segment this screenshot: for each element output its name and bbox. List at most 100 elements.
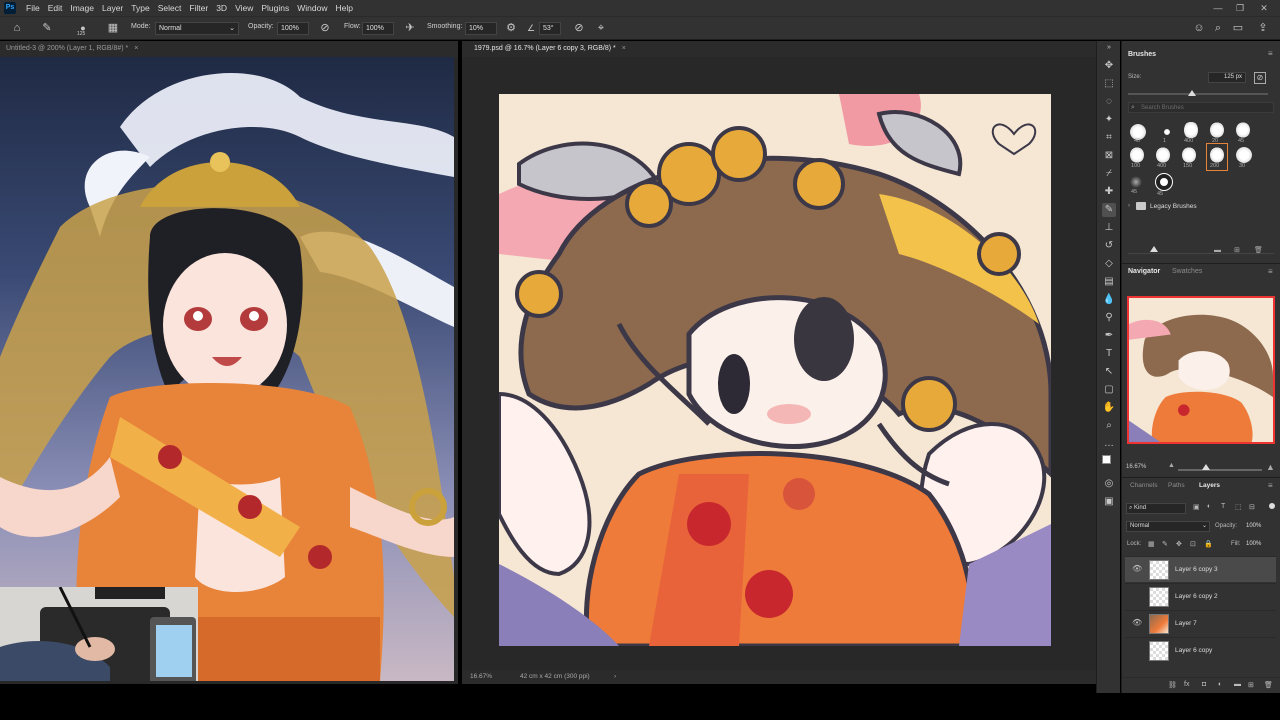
filter-smart-object-icon[interactable]: ⊟ <box>1249 503 1255 511</box>
brush-preview-slider-handle[interactable] <box>1150 246 1158 252</box>
layer-mask-icon[interactable]: ◘ <box>1202 681 1206 688</box>
brush-tip[interactable] <box>1182 147 1196 163</box>
hand-tool-icon[interactable]: ✋ <box>1102 401 1116 415</box>
menu-type[interactable]: Type <box>127 3 153 13</box>
filter-toggle-icon[interactable] <box>1269 503 1275 509</box>
right-document-tab[interactable]: 1979.psd @ 16.7% (Layer 6 copy 3, RGB/8)… <box>462 41 1096 57</box>
fill-value[interactable]: 100% <box>1246 541 1261 547</box>
layer-opacity-value[interactable]: 100% <box>1246 523 1261 529</box>
filter-adjustment-icon[interactable]: ◐ <box>1207 503 1211 510</box>
marquee-tool-icon[interactable]: ⬚ <box>1102 77 1116 91</box>
healing-tool-icon[interactable]: ✚ <box>1102 185 1116 199</box>
home-icon[interactable]: ⌂ <box>10 21 24 35</box>
share-icon[interactable]: ☺ <box>1192 21 1206 35</box>
dodge-tool-icon[interactable]: ⚲ <box>1102 311 1116 325</box>
shape-tool-icon[interactable]: ▢ <box>1102 383 1116 397</box>
brush-tip[interactable] <box>1236 147 1252 163</box>
paths-panel-tab[interactable]: Paths <box>1168 482 1185 489</box>
navigator-zoom-readout[interactable]: 16.67% <box>1126 464 1146 470</box>
symmetry-icon[interactable]: ⌖ <box>594 21 608 35</box>
brush-size-field[interactable]: 125 px <box>1208 72 1246 83</box>
layers-panel-tab[interactable]: Layers <box>1199 482 1220 489</box>
zoom-in-icon[interactable]: ▲ <box>1266 462 1275 472</box>
pressure-opacity-icon[interactable]: ⊘ <box>318 21 332 35</box>
brush-tip[interactable] <box>1130 147 1144 163</box>
zoom-out-icon[interactable]: ▲ <box>1168 462 1175 469</box>
panel-menu-icon[interactable]: ≡ <box>1268 481 1273 490</box>
flow-field[interactable]: 100% <box>362 22 394 35</box>
eye-icon[interactable]: 👁 <box>1132 564 1142 573</box>
minimize-button[interactable]: — <box>1208 0 1228 16</box>
menu-file[interactable]: File <box>22 3 44 13</box>
menu-layer[interactable]: Layer <box>98 3 127 13</box>
frame-tool-icon[interactable]: ⊠ <box>1102 149 1116 163</box>
link-layers-icon[interactable]: ⛓ <box>1168 681 1177 689</box>
mode-select[interactable]: Normal ⌄ <box>155 22 239 35</box>
lasso-tool-icon[interactable]: ◌ <box>1102 95 1116 109</box>
move-tool-icon[interactable]: ✥ <box>1102 59 1116 73</box>
brush-size-slider[interactable] <box>1128 93 1268 95</box>
folder-icon[interactable]: ▬ <box>1214 247 1221 254</box>
zoom-tool-icon[interactable]: ⌕ <box>1102 419 1116 433</box>
lock-artboard-icon[interactable]: ⊡ <box>1190 540 1196 548</box>
document-info[interactable]: 42 cm x 42 cm (300 ppi) <box>520 670 590 684</box>
layer-filter-select[interactable]: ⌕ Kind <box>1126 503 1186 514</box>
restore-button[interactable]: ❐ <box>1230 0 1250 16</box>
layer-row[interactable]: 👁 Layer 6 copy 2 <box>1125 583 1276 609</box>
selected-brush-tip[interactable]: 200 <box>1206 143 1228 171</box>
panel-menu-icon[interactable]: ≡ <box>1268 267 1273 276</box>
eraser-tool-icon[interactable]: ◇ <box>1102 257 1116 271</box>
pen-tool-icon[interactable]: ✒ <box>1102 329 1116 343</box>
stamp-tool-icon[interactable]: ⊥ <box>1102 221 1116 235</box>
filter-pixel-icon[interactable]: ▣ <box>1193 503 1200 511</box>
lock-paint-icon[interactable]: ✎ <box>1162 540 1168 548</box>
brush-tip[interactable] <box>1184 121 1198 139</box>
filter-shape-icon[interactable]: ⬚ <box>1235 503 1242 511</box>
new-brush-icon[interactable]: ⊘ <box>1254 72 1266 84</box>
panel-menu-icon[interactable]: ≡ <box>1268 49 1273 58</box>
menu-help[interactable]: Help <box>331 3 356 13</box>
foreground-color-swatch[interactable] <box>1102 455 1111 464</box>
quick-mask-icon[interactable]: ◎ <box>1102 477 1116 491</box>
share-document-icon[interactable]: ⇪ <box>1256 21 1270 35</box>
brush-tip[interactable] <box>1156 174 1172 190</box>
zoom-readout[interactable]: 16.67% <box>470 670 492 684</box>
brush-size-slider-handle[interactable] <box>1188 90 1196 96</box>
lock-pixels-icon[interactable]: ▦ <box>1148 540 1155 548</box>
menu-view[interactable]: View <box>231 3 257 13</box>
path-select-tool-icon[interactable]: ↖ <box>1102 365 1116 379</box>
lock-icon[interactable]: 🔒 <box>1204 540 1213 548</box>
menu-edit[interactable]: Edit <box>44 3 67 13</box>
smoothing-field[interactable]: 10% <box>465 22 497 35</box>
search-icon[interactable]: ⌕ <box>1211 21 1225 35</box>
menu-plugins[interactable]: Plugins <box>257 3 293 13</box>
trash-icon[interactable]: 🗑 <box>1254 246 1263 254</box>
close-window-button[interactable]: ✕ <box>1254 0 1274 16</box>
new-layer-icon[interactable]: ⊞ <box>1248 681 1254 689</box>
more-tools-icon[interactable]: … <box>1102 437 1116 451</box>
left-canvas-artwork[interactable] <box>0 57 454 681</box>
brush-tip[interactable] <box>1210 122 1224 138</box>
brush-tip[interactable] <box>1130 176 1142 188</box>
brush-settings-icon[interactable]: ▦ <box>106 21 120 35</box>
left-document-tab[interactable]: Untitled-3 @ 200% (Layer 1, RGB/8#) * × <box>0 41 458 57</box>
navigator-preview[interactable] <box>1127 296 1275 444</box>
menu-filter[interactable]: Filter <box>185 3 212 13</box>
quick-select-tool-icon[interactable]: ✦ <box>1102 113 1116 127</box>
collapse-toolbar-icon[interactable]: » <box>1102 41 1116 55</box>
workspace-icon[interactable]: ▭ <box>1231 21 1245 35</box>
group-folder-icon[interactable]: ▬ <box>1234 681 1241 688</box>
navigator-zoom-handle[interactable] <box>1202 464 1210 470</box>
brush-tip[interactable] <box>1236 122 1250 138</box>
trash-icon[interactable]: 🗑 <box>1264 681 1273 689</box>
layer-row[interactable]: 👁 Layer 7 <box>1125 610 1276 636</box>
screen-mode-icon[interactable]: ▣ <box>1102 495 1116 509</box>
brush-tool-icon[interactable]: ✎ <box>40 21 54 35</box>
close-icon[interactable]: × <box>622 45 626 52</box>
history-brush-tool-icon[interactable]: ↺ <box>1102 239 1116 253</box>
close-icon[interactable]: × <box>134 45 138 52</box>
brushes-panel-tab[interactable]: Brushes <box>1128 51 1156 58</box>
gear-icon[interactable]: ⚙ <box>504 21 518 35</box>
gradient-tool-icon[interactable]: ▤ <box>1102 275 1116 289</box>
menu-image[interactable]: Image <box>66 3 98 13</box>
